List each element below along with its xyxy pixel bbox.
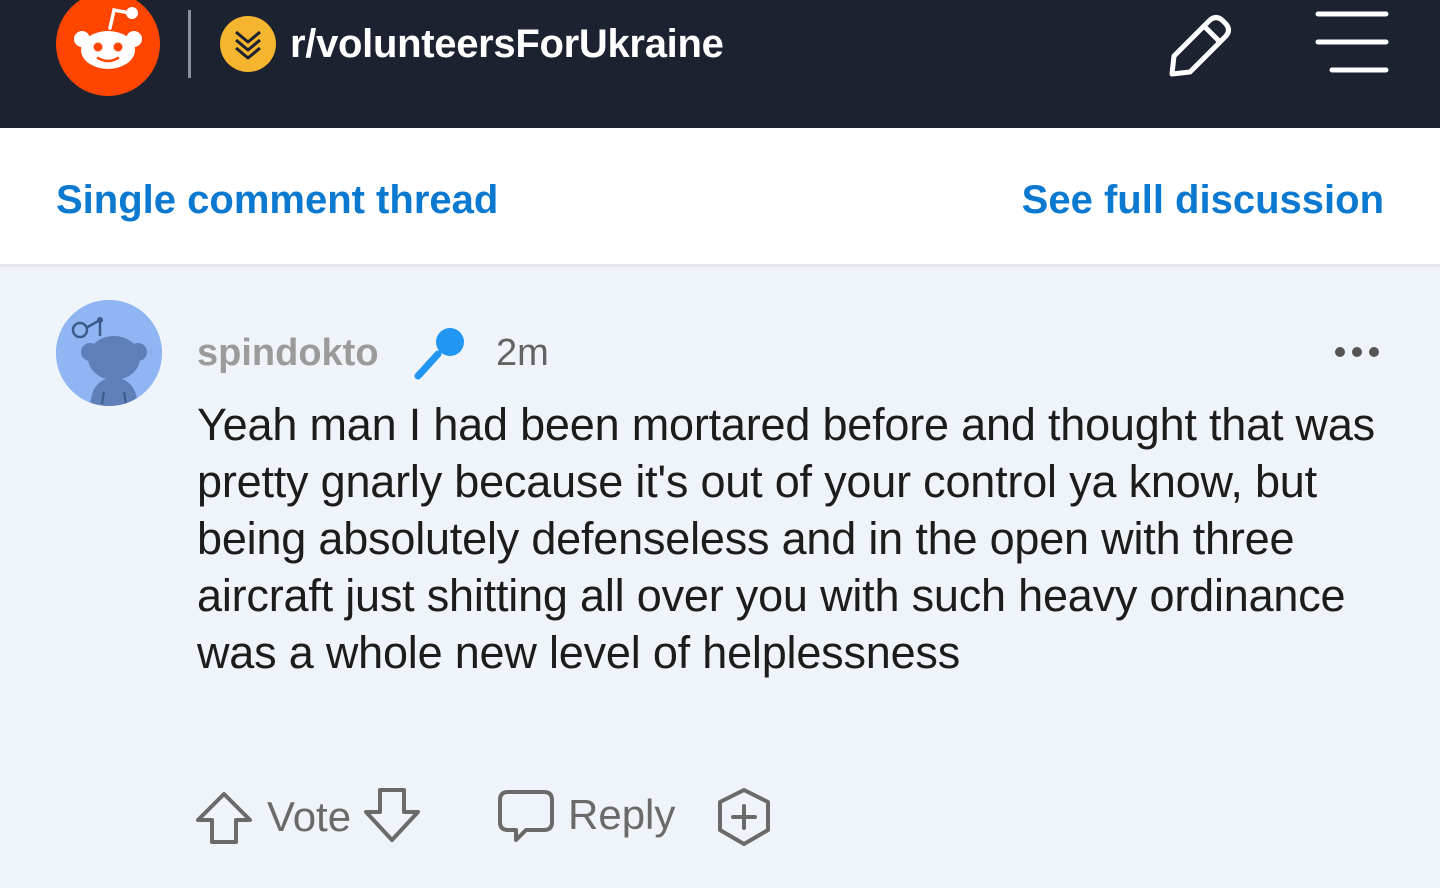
top-header: r/volunteersForUkraine bbox=[0, 0, 1440, 128]
microphone-icon bbox=[410, 322, 472, 384]
reply-button[interactable]: Reply bbox=[496, 786, 676, 846]
thread-navigation-bar: Single comment thread See full discussio… bbox=[0, 128, 1440, 267]
see-full-discussion-link[interactable]: See full discussion bbox=[1022, 178, 1384, 222]
pencil-icon[interactable] bbox=[1160, 8, 1236, 84]
subreddit-name[interactable]: r/volunteersForUkraine bbox=[290, 20, 724, 68]
comment-timestamp: 2m bbox=[496, 332, 549, 374]
single-comment-thread-link[interactable]: Single comment thread bbox=[56, 178, 498, 222]
award-plus-icon[interactable] bbox=[714, 786, 774, 848]
header-divider bbox=[188, 10, 191, 78]
reddit-logo-icon[interactable] bbox=[56, 0, 160, 96]
upvote-arrow-icon[interactable] bbox=[194, 790, 254, 846]
avatar[interactable] bbox=[56, 300, 162, 406]
speech-bubble-icon bbox=[496, 788, 556, 844]
hamburger-menu-icon[interactable] bbox=[1314, 8, 1390, 80]
military-rank-chevron-icon[interactable] bbox=[220, 16, 276, 72]
vote-label: Vote bbox=[267, 793, 352, 840]
downvote-arrow-icon[interactable] bbox=[362, 786, 422, 844]
comment-body: Yeah man I had been mortared before and … bbox=[197, 399, 1375, 678]
more-options-icon[interactable] bbox=[1330, 332, 1384, 372]
reply-label: Reply bbox=[568, 791, 676, 838]
comment-author[interactable]: spindokto bbox=[197, 330, 379, 376]
